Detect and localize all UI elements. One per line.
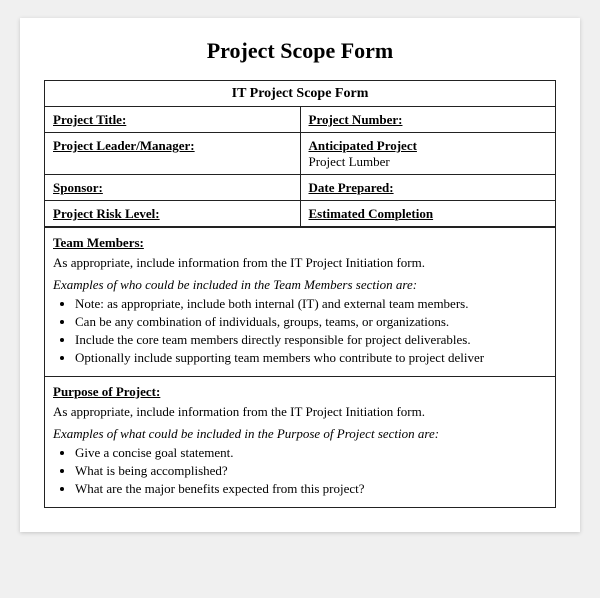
estimated-completion-label: Estimated Completion <box>309 206 434 221</box>
cell-sponsor-label: Sponsor: <box>45 175 301 200</box>
team-members-bullets: Note: as appropriate, include both inter… <box>75 296 547 366</box>
form-header: IT Project Scope Form <box>45 81 555 107</box>
project-leader-label: Project Leader/Manager: <box>53 138 195 153</box>
purpose-title: Purpose of Project: <box>53 384 547 400</box>
team-members-examples-intro: Examples of who could be included in the… <box>53 277 547 293</box>
form-row-4: Project Risk Level: Estimated Completion <box>45 201 555 227</box>
team-members-section: Team Members: As appropriate, include in… <box>45 227 555 376</box>
team-members-desc: As appropriate, include information from… <box>53 255 547 271</box>
form-row-2: Project Leader/Manager: Anticipated Proj… <box>45 133 555 175</box>
page-title: Project Scope Form <box>44 38 556 64</box>
list-item: Can be any combination of individuals, g… <box>75 314 547 330</box>
form-outer: IT Project Scope Form Project Title: Pro… <box>44 80 556 508</box>
risk-level-label: Project Risk Level: <box>53 206 160 221</box>
form-row-3: Sponsor: Date Prepared: <box>45 175 555 201</box>
list-item: Note: as appropriate, include both inter… <box>75 296 547 312</box>
anticipated-project-value: Project Lumber <box>309 154 548 170</box>
sponsor-label: Sponsor: <box>53 180 103 195</box>
page-container: Project Scope Form IT Project Scope Form… <box>20 18 580 532</box>
project-title-label: Project Title: <box>53 112 126 127</box>
cell-project-number-label: Project Number: <box>301 107 556 132</box>
list-item: What is being accomplished? <box>75 463 547 479</box>
cell-project-leader-label: Project Leader/Manager: <box>45 133 301 174</box>
form-row-1: Project Title: Project Number: <box>45 107 555 133</box>
anticipated-project-label: Anticipated Project <box>309 138 548 154</box>
cell-anticipated-project: Anticipated Project Project Lumber <box>301 133 556 174</box>
purpose-bullets: Give a concise goal statement. What is b… <box>75 445 547 497</box>
purpose-section: Purpose of Project: As appropriate, incl… <box>45 376 555 507</box>
cell-estimated-completion: Estimated Completion <box>301 201 556 226</box>
team-members-title: Team Members: <box>53 235 547 251</box>
cell-date-prepared: Date Prepared: <box>301 175 556 200</box>
list-item: Give a concise goal statement. <box>75 445 547 461</box>
date-prepared-label: Date Prepared: <box>309 180 394 195</box>
list-item: Optionally include supporting team membe… <box>75 350 547 366</box>
cell-risk-level: Project Risk Level: <box>45 201 301 226</box>
list-item: Include the core team members directly r… <box>75 332 547 348</box>
cell-project-title-label: Project Title: <box>45 107 301 132</box>
list-item: What are the major benefits expected fro… <box>75 481 547 497</box>
purpose-desc: As appropriate, include information from… <box>53 404 547 420</box>
project-number-label: Project Number: <box>309 112 403 127</box>
purpose-examples-intro: Examples of what could be included in th… <box>53 426 547 442</box>
